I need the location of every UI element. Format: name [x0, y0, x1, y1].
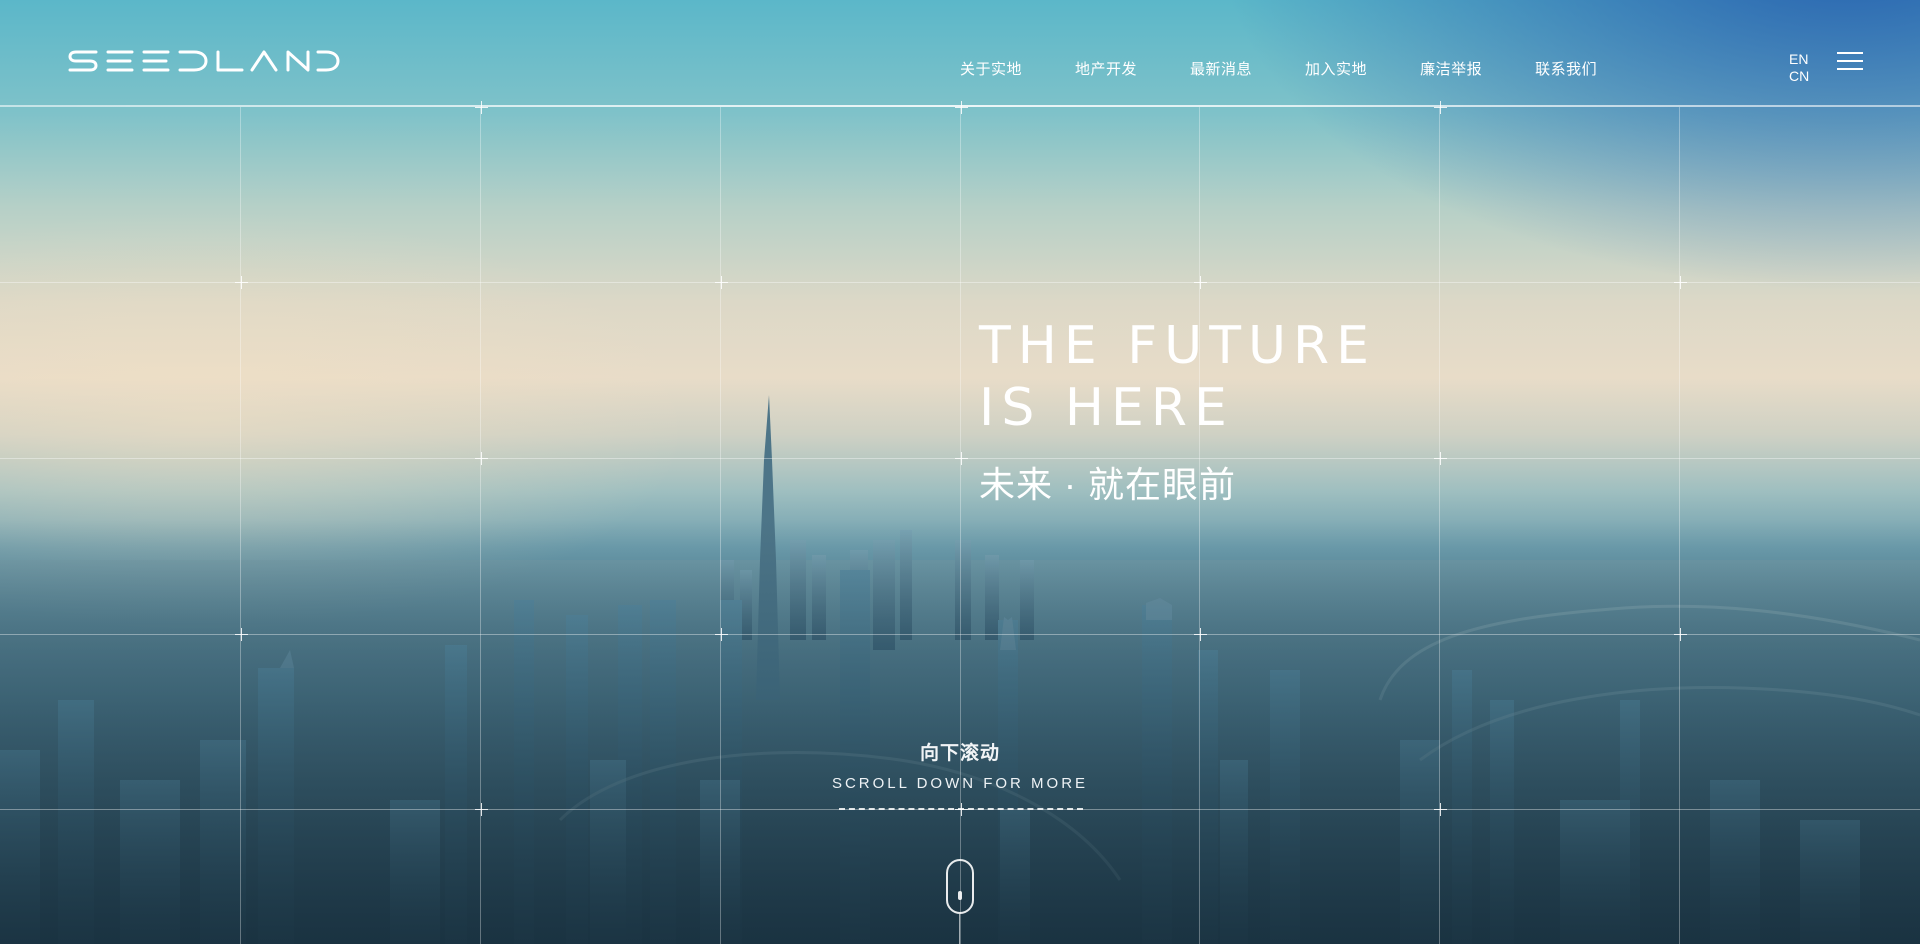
hero-subtitle: 未来 · 就在眼前 — [979, 464, 1236, 505]
site-header: 关于实地 地产开发 最新消息 加入实地 廉洁举报 联系我们 EN CN — [0, 0, 1920, 107]
headline-line-2: IS HERE — [979, 378, 1234, 438]
nav-item-integrity-report[interactable]: 廉洁举报 — [1420, 58, 1482, 79]
scroll-guide-line — [959, 914, 960, 944]
mouse-scroll-icon[interactable] — [946, 859, 974, 914]
main-nav: 关于实地 地产开发 最新消息 加入实地 廉洁举报 联系我们 — [960, 58, 1650, 79]
scroll-hint-cn: 向下滚动 — [919, 743, 1000, 764]
nav-item-contact[interactable]: 联系我们 — [1535, 58, 1597, 79]
headline-line-1: THE FUTURE — [979, 316, 1377, 376]
hero-headline: THE FUTURE IS HERE — [979, 315, 1376, 439]
nav-item-development[interactable]: 地产开发 — [1075, 58, 1137, 79]
lang-cn-option[interactable]: CN — [1789, 68, 1809, 85]
header-divider — [0, 105, 1920, 107]
seedland-logo-icon — [68, 50, 340, 72]
hero-section: 关于实地 地产开发 最新消息 加入实地 廉洁举报 联系我们 EN CN THE … — [0, 0, 1920, 944]
nav-item-careers[interactable]: 加入实地 — [1305, 58, 1367, 79]
language-switcher: EN CN — [1789, 51, 1809, 85]
nav-item-about[interactable]: 关于实地 — [960, 58, 1022, 79]
scroll-hint-en: SCROLL DOWN FOR MORE — [831, 775, 1089, 792]
nav-item-news[interactable]: 最新消息 — [1190, 58, 1252, 79]
hamburger-menu-icon[interactable] — [1837, 52, 1863, 72]
lang-en-option[interactable]: EN — [1789, 51, 1809, 68]
mouse-wheel-dot — [958, 891, 962, 900]
seedland-logo[interactable] — [68, 49, 340, 73]
scroll-dashed-divider — [839, 808, 1083, 810]
